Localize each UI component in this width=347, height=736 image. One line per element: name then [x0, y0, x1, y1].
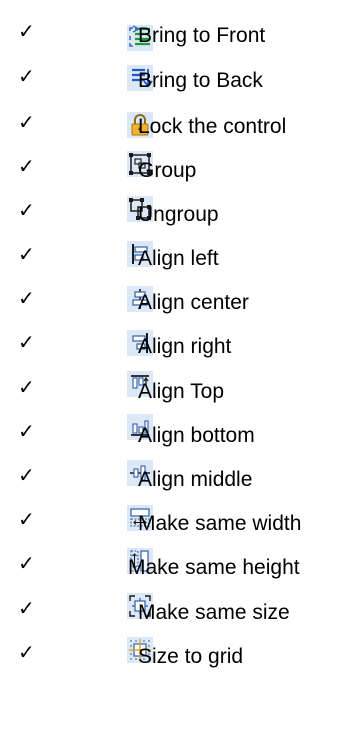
item-label: Align left	[138, 247, 219, 270]
item-label: Align center	[138, 291, 249, 314]
check-mark-icon: ✓	[18, 154, 35, 178]
list-item-ungroup: ✓ Ungroup	[0, 192, 347, 236]
item-label: Size to grid	[138, 645, 244, 668]
item-label: Ungroup	[138, 203, 219, 226]
item-label: Lock the control	[138, 115, 287, 138]
list-item-align-right: ✓ Align right	[0, 324, 347, 368]
list-item-size-to-grid: ✓ Size to grid	[0, 634, 347, 678]
item-label: Bring to Front	[138, 24, 266, 47]
item-label: Make same size	[138, 601, 290, 624]
list-item-align-center: ✓ Align center	[0, 280, 347, 324]
check-mark-icon: ✓	[18, 375, 35, 399]
feature-list: ✓ Bring to Front ✓ Bring to Back ✓ Lock …	[0, 0, 347, 736]
list-item-make-same-height: ✓ Make same height	[0, 545, 347, 589]
list-item-align-middle: ✓ Align middle	[0, 457, 347, 501]
check-mark-icon: ✓	[18, 640, 35, 664]
item-label: Align right	[138, 335, 232, 358]
list-item-bring-to-back: ✓ Bring to Back	[0, 58, 347, 102]
list-item-align-bottom: ✓ Align bottom	[0, 413, 347, 457]
list-item-make-same-width: ✓ Make same width	[0, 501, 347, 545]
item-label: Bring to Back	[138, 69, 263, 92]
list-item-align-left: ✓ Align left	[0, 236, 347, 280]
list-item-group: ✓ Group	[0, 148, 347, 192]
check-mark-icon: ✓	[18, 330, 35, 354]
item-label: Align Top	[138, 380, 225, 403]
check-mark-icon: ✓	[18, 507, 35, 531]
item-label: Align bottom	[138, 424, 255, 447]
item-label: Align middle	[138, 468, 253, 491]
check-mark-icon: ✓	[18, 551, 35, 575]
check-mark-icon: ✓	[18, 286, 35, 310]
check-mark-icon: ✓	[18, 198, 35, 222]
check-mark-icon: ✓	[18, 419, 35, 443]
check-mark-icon: ✓	[18, 463, 35, 487]
check-mark-icon: ✓	[18, 64, 35, 88]
check-mark-icon: ✓	[18, 242, 35, 266]
list-item-lock-the-control: ✓ Lock the control	[0, 104, 347, 148]
check-mark-icon: ✓	[18, 596, 35, 620]
check-mark-icon: ✓	[18, 110, 35, 134]
check-mark-icon: ✓	[18, 19, 35, 43]
list-item-make-same-size: ✓ Make same size	[0, 590, 347, 634]
item-label: Group	[138, 159, 197, 182]
item-label: Make same height	[128, 556, 300, 579]
item-label: Make same width	[138, 512, 302, 535]
list-item-bring-to-front: ✓ Bring to Front	[0, 13, 347, 57]
list-item-align-top: ✓ Align Top	[0, 369, 347, 413]
